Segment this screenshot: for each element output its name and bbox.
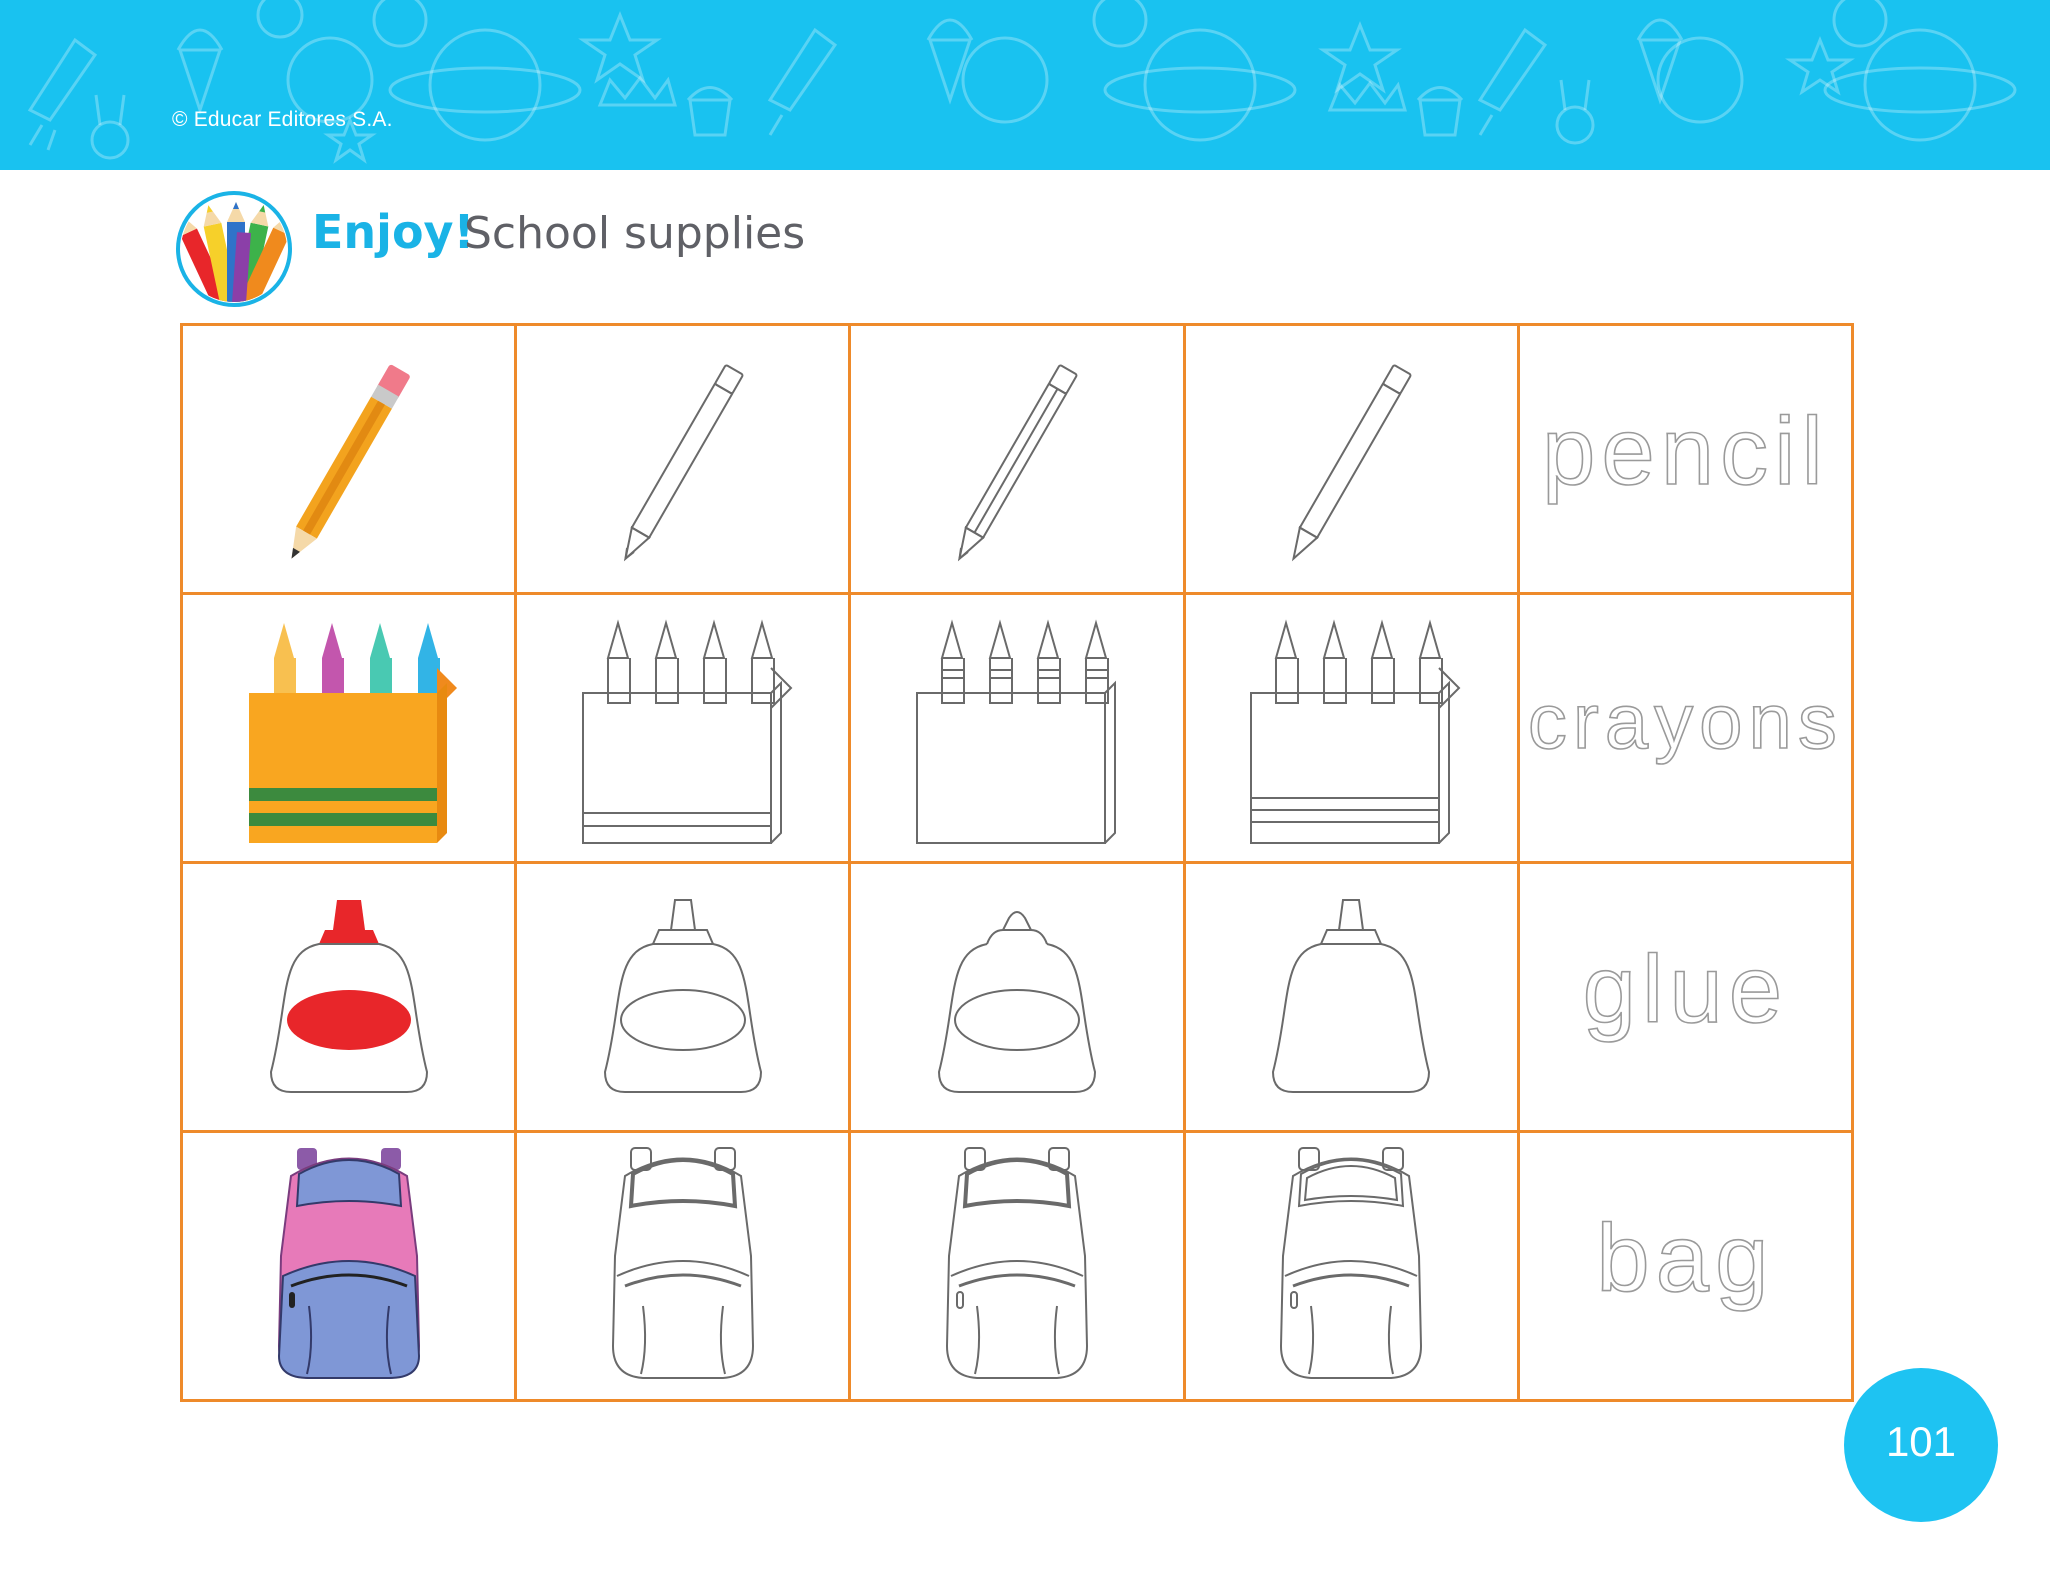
table-row-crayons: crayons [179, 592, 1855, 864]
cell-example-crayons [179, 592, 518, 864]
cell-outline-bag-1[interactable] [514, 1130, 852, 1402]
cell-trace-word[interactable]: pencil [1516, 323, 1855, 595]
doodle-pattern [27, 0, 2017, 164]
heading-enjoy: Enjoy! [312, 205, 475, 259]
cell-outline-pencil-1[interactable] [514, 323, 852, 595]
cell-outline-crayons-3[interactable] [1182, 592, 1520, 864]
cell-outline-crayons-1[interactable] [514, 592, 852, 864]
cell-trace-word[interactable]: glue [1516, 861, 1855, 1133]
crayon-box-outline-icon [581, 619, 793, 844]
pencil-outline-icon [957, 364, 1078, 562]
cell-example-bag [179, 1130, 518, 1402]
backpack-outline-icon [1280, 1147, 1423, 1379]
cell-outline-glue-2[interactable] [848, 861, 1186, 1133]
cell-outline-crayons-2[interactable] [848, 592, 1186, 864]
glue-bottle-outline-icon [1272, 899, 1431, 1093]
table-row-glue: glue [179, 861, 1855, 1133]
cell-outline-glue-3[interactable] [1182, 861, 1520, 1133]
pencil-icon [291, 364, 410, 559]
table-row-pencil: pencil [179, 323, 1855, 595]
cell-trace-word[interactable]: bag [1516, 1130, 1855, 1402]
glue-bottle-icon [269, 900, 428, 1093]
colored-pencils-icon [176, 191, 292, 307]
trace-word-crayons: crayons [1527, 681, 1843, 774]
cell-outline-pencil-2[interactable] [848, 323, 1186, 595]
table-row-bag: bag [179, 1130, 1855, 1402]
page-title: School supplies [464, 208, 806, 259]
trace-word-bag: bag [1595, 1210, 1774, 1321]
page-number: 101 [1885, 1418, 1957, 1465]
crayon-box-icon [248, 623, 457, 843]
cell-outline-bag-3[interactable] [1182, 1130, 1520, 1402]
glue-bottle-outline-icon [937, 911, 1096, 1093]
top-banner: © Educar Editores S.A. [0, 0, 2050, 170]
cell-outline-glue-1[interactable] [514, 861, 852, 1133]
cell-example-glue [179, 861, 518, 1133]
trace-word-glue: glue [1582, 941, 1789, 1052]
worksheet-grid: pencil crayons glue bag [179, 323, 1855, 1402]
cell-example-pencil [179, 323, 518, 595]
crayon-box-outline-icon [915, 619, 1116, 844]
pencil-outline-icon [1292, 364, 1412, 562]
pencil-outline-icon [623, 364, 744, 562]
backpack-outline-icon [945, 1147, 1088, 1379]
cell-outline-bag-2[interactable] [848, 1130, 1186, 1402]
glue-bottle-outline-icon [603, 899, 762, 1093]
trace-word-pencil: pencil [1541, 403, 1829, 514]
crayon-box-outline-icon [1250, 619, 1461, 844]
backpack-icon [277, 1148, 420, 1379]
cell-trace-word[interactable]: crayons [1516, 592, 1855, 864]
backpack-outline-icon [611, 1147, 754, 1379]
copyright-text: © Educar Editores S.A. [172, 108, 393, 131]
page-number-badge: 101 [1844, 1368, 1998, 1522]
cell-outline-pencil-3[interactable] [1182, 323, 1520, 595]
